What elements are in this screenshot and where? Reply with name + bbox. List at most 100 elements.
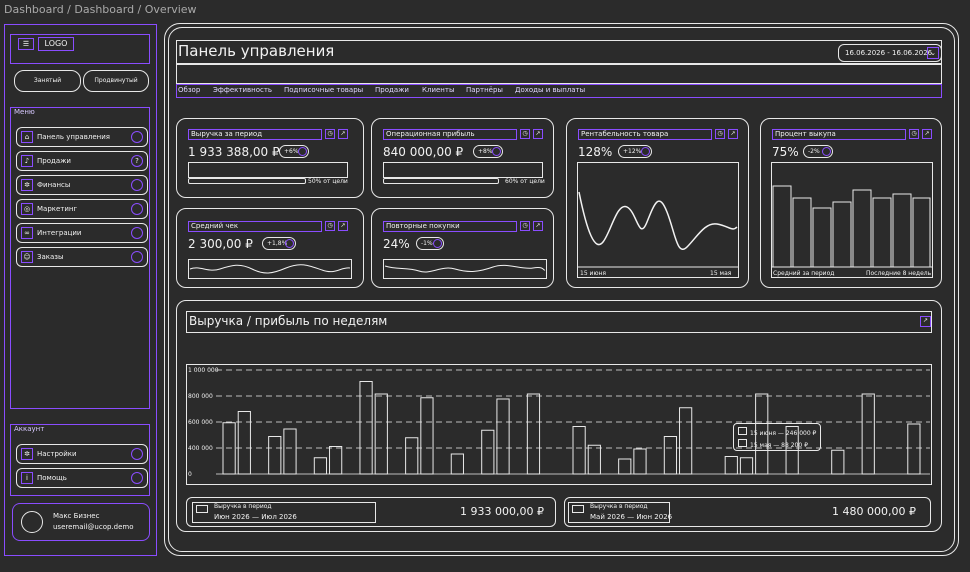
sidebar-item-settings[interactable]: ✲ Настройки [16, 444, 148, 464]
chart-bar[interactable] [450, 453, 464, 475]
info-icon[interactable]: ◷ [715, 129, 725, 139]
chart-bar[interactable] [526, 393, 541, 475]
tab-overview[interactable]: Обзор [178, 86, 200, 94]
info-icon[interactable]: ◷ [520, 221, 530, 231]
info-icon[interactable]: ◷ [520, 129, 530, 139]
chart-bar[interactable] [663, 436, 678, 475]
expand-icon[interactable]: ↗ [338, 221, 348, 231]
toggle-indicator-icon [131, 131, 143, 143]
buyout-bar-chart [771, 162, 933, 278]
mode-button-advanced[interactable]: Продвинутый [83, 70, 149, 92]
kpi-value: 75% [772, 145, 799, 159]
target-icon: ◎ [21, 203, 33, 215]
toggle-indicator-icon [131, 472, 143, 484]
expand-icon[interactable]: ↗ [728, 129, 738, 139]
y-tick-label: 400 000 [188, 445, 213, 452]
tab-subscriptions[interactable]: Подписочные товары [284, 86, 363, 94]
y-tick-label: 600 000 [188, 419, 213, 426]
sidebar-item-label: Маркетинг [37, 205, 78, 213]
delta-text: -1% [421, 240, 433, 247]
summary-range: Май 2026 — Июн 2026 [590, 513, 673, 521]
chevron-down-icon: ⌄ [927, 47, 939, 59]
tooltip-text: 15 июня — 246 000 ₽ [750, 430, 817, 437]
chart-bar[interactable] [268, 436, 282, 475]
axis-from-label: 15 июня [580, 270, 607, 277]
chart-bar[interactable] [374, 393, 388, 475]
kpi-value: 1 933 388,00 ₽ [188, 145, 280, 159]
sidebar-item-label: Помощь [37, 474, 67, 482]
expand-icon[interactable]: ↗ [533, 129, 543, 139]
chart-bar[interactable] [405, 437, 419, 475]
chart-bar[interactable] [861, 393, 875, 475]
expand-icon[interactable]: ↗ [920, 316, 931, 327]
chart-bar[interactable] [907, 423, 921, 475]
profitability-line-chart [577, 162, 739, 278]
chart-bar[interactable] [313, 457, 328, 475]
chart-bar[interactable] [587, 444, 601, 475]
chart-bar[interactable] [359, 381, 373, 475]
chart-bar[interactable] [679, 407, 693, 475]
kpi-title: Выручка за период [188, 129, 322, 140]
sidebar-item-label: Настройки [37, 450, 77, 458]
sidebar-item-sales[interactable]: ♪ Продажи ? [16, 151, 148, 171]
sidebar-item-help[interactable]: i Помощь [16, 468, 148, 488]
sidebar-item-orders[interactable]: ☺ Заказы [16, 247, 148, 267]
expand-icon[interactable]: ↗ [533, 221, 543, 231]
summary-label: Выручка в период [590, 503, 648, 510]
kpi-title: Средний чек [188, 221, 322, 232]
profile-email: useremail@ucop.demo [53, 523, 134, 531]
avatar [21, 511, 43, 533]
info-icon[interactable]: ◷ [325, 221, 335, 231]
delta-badge: +12% [618, 145, 652, 158]
help-icon: i [21, 472, 33, 484]
toggle-indicator-icon [131, 448, 143, 460]
kpi-title: Рентабельность товара [578, 129, 712, 140]
info-icon[interactable]: ◷ [325, 129, 335, 139]
chart-bar[interactable] [420, 397, 434, 475]
mode-button-busy[interactable]: Занятый [14, 70, 81, 92]
chart-bar[interactable] [237, 411, 251, 475]
date-range-picker[interactable]: 16.06.2026 - 16.06.2026 ⌄ [838, 44, 942, 62]
sidebar-item-marketing[interactable]: ◎ Маркетинг [16, 199, 148, 219]
chart-bar[interactable] [633, 448, 647, 475]
tab-sales[interactable]: Продажи [375, 86, 409, 94]
chart-bar[interactable] [724, 456, 738, 475]
sidebar-item-finance[interactable]: ✲ Финансы [16, 175, 148, 195]
delta-badge: +6% [279, 145, 309, 158]
sidebar-item-label: Заказы [37, 253, 64, 261]
tab-clients[interactable]: Клиенты [422, 86, 454, 94]
sidebar-item-dashboard[interactable]: ⌂ Панель управления [16, 127, 148, 147]
info-dot-icon [433, 239, 442, 248]
repeat-purchases-sparkline [383, 259, 547, 279]
info-icon[interactable]: ◷ [909, 129, 919, 139]
delta-badge: -1% [416, 237, 444, 250]
tab-payouts[interactable]: Доходы и выплаты [515, 86, 585, 94]
chart-bar[interactable] [329, 446, 343, 475]
chart-bar[interactable] [572, 426, 586, 475]
sidebar-item-integrations[interactable]: ∞ Интеграции [16, 223, 148, 243]
chart-bar[interactable] [831, 449, 845, 475]
kpi-value: 840 000,00 ₽ [383, 145, 464, 159]
info-dot-icon [641, 147, 650, 156]
y-tick-label: 0 [188, 471, 192, 478]
sidebar-item-label: Панель управления [37, 133, 110, 141]
chart-bar[interactable] [496, 398, 510, 475]
toggle-indicator-icon [131, 251, 143, 263]
chart-bar[interactable] [739, 457, 754, 475]
profile-card[interactable]: Макс Бизнес useremail@ucop.demo [12, 503, 150, 541]
expand-icon[interactable]: ↗ [922, 129, 932, 139]
progress-frame [383, 162, 543, 178]
kpi-value: 24% [383, 237, 410, 251]
expand-icon[interactable]: ↗ [338, 129, 348, 139]
tooltip-line: 15 июня — 246 000 ₽ [738, 427, 816, 437]
y-tick-label: 1 000 000 [188, 367, 219, 374]
chart-bar[interactable] [481, 429, 495, 475]
chart-bar[interactable] [283, 428, 297, 475]
tab-efficiency[interactable]: Эффективность [213, 86, 272, 94]
delta-badge: +1,8% [262, 237, 296, 250]
tab-partners[interactable]: Партнёры [466, 86, 503, 94]
summary-value: 1 480 000,00 ₽ [832, 505, 916, 518]
profile-name: Макс Бизнес [53, 512, 100, 520]
chart-bar[interactable] [618, 458, 632, 475]
user-icon: ☺ [21, 251, 33, 263]
